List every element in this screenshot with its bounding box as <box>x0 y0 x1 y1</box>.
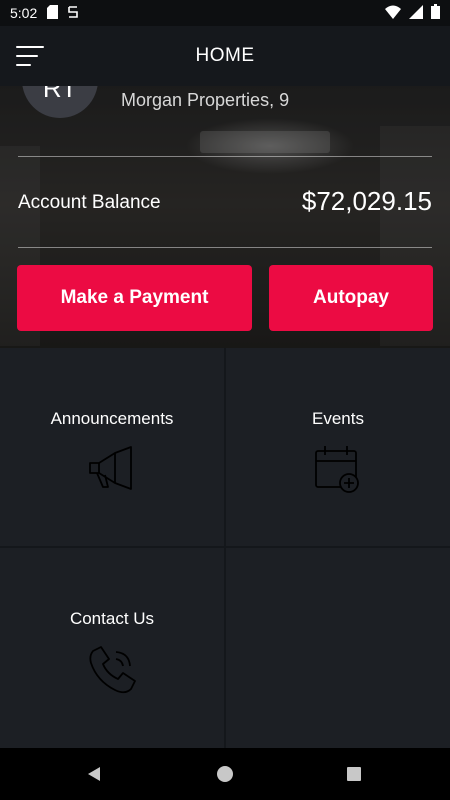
account-summary: RT Morgan Properties, 9 Account Balance … <box>0 86 450 348</box>
menu-icon[interactable] <box>16 46 46 68</box>
events-tile[interactable]: Events <box>226 348 450 546</box>
megaphone-icon <box>85 443 139 497</box>
status-time: 5:02 <box>10 5 38 21</box>
system-nav-bar <box>0 748 450 800</box>
divider <box>18 156 432 157</box>
divider <box>18 247 432 248</box>
tile-label: Events <box>312 409 364 428</box>
back-icon[interactable] <box>78 758 110 790</box>
make-payment-button[interactable]: Make a Payment <box>17 265 252 331</box>
calendar-add-icon <box>311 443 365 497</box>
feature-grid: Announcements Events Contact Us <box>0 348 450 748</box>
empty-tile <box>226 548 450 748</box>
tile-label: Announcements <box>50 409 174 428</box>
wifi-icon <box>385 5 401 22</box>
sync-icon <box>66 5 80 22</box>
battery-icon <box>431 4 440 22</box>
sd-card-icon <box>47 4 59 22</box>
status-bar: 5:02 <box>0 0 450 26</box>
app-bar: HOME <box>0 26 450 86</box>
avatar-initials: RT <box>42 86 78 103</box>
signal-icon <box>409 4 423 22</box>
balance-value: $72,029.15 <box>301 186 432 216</box>
phone-ringing-icon <box>85 643 139 697</box>
balance-label: Account Balance <box>18 192 161 213</box>
announcements-tile[interactable]: Announcements <box>0 348 224 546</box>
contact-us-tile[interactable]: Contact Us <box>0 548 224 748</box>
tile-label: Contact Us <box>69 609 155 628</box>
page-title: HOME <box>195 45 255 66</box>
autopay-button[interactable]: Autopay <box>269 265 433 331</box>
recents-icon[interactable] <box>338 758 370 790</box>
home-icon[interactable] <box>209 758 241 790</box>
property-name: Morgan Properties, 9 <box>121 90 290 110</box>
